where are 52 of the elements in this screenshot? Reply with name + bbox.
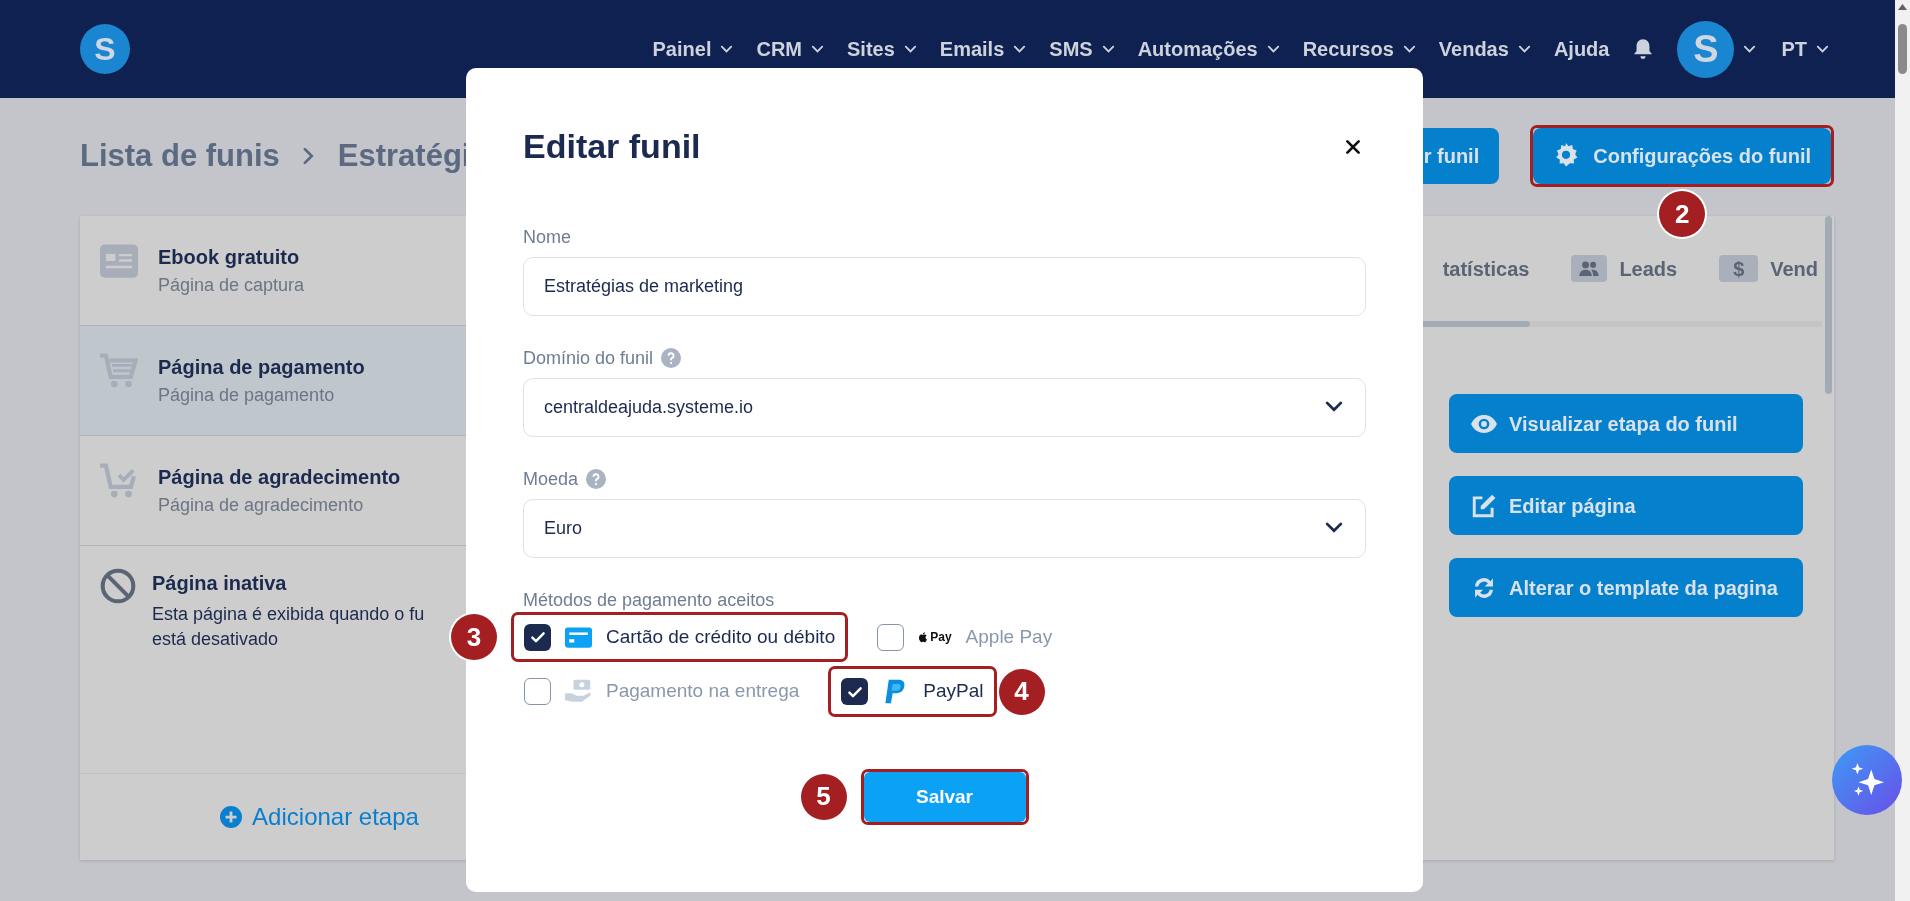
edit-icon [1471,492,1497,519]
dollar-icon: $ [1719,255,1759,282]
step-subtitle: Página de agradecimento [158,494,365,517]
apple-pay-logo: Pay [918,628,952,647]
payment-method-option[interactable]: PayPal [831,669,994,714]
step-title: Página de agradecimento [158,465,401,490]
modal-title: Editar funil [523,126,701,167]
step-number-badge: 5 [800,773,847,820]
nav-menu-item[interactable]: CRM [756,34,825,64]
breadcrumb-item: Estratégi [337,136,471,175]
nav-menu-item[interactable]: Ajuda [1553,34,1610,64]
tab[interactable]: Leads [1571,253,1678,284]
tab[interactable]: $ Vend [1719,253,1818,284]
select-field[interactable]: Euro [523,498,1366,558]
cart-check-icon [100,462,138,500]
step-subtitle: Página de pagamento [158,384,336,407]
nav-menu-item[interactable]: Recursos [1302,34,1417,64]
sparkles-icon [1850,763,1884,797]
step-title: Página de pagamento [158,355,365,380]
step-subtitle: Página de captura [158,274,305,297]
text-input-field[interactable]: Estratégias de marketing [523,256,1366,316]
vertical-scrollbar-thumb[interactable] [1824,216,1832,394]
checkbox[interactable] [877,623,905,651]
nav-menu-item[interactable]: Automações [1137,34,1281,64]
payment-method-option[interactable]: Pay Apple Pay [867,614,1063,660]
nav-menu-item[interactable]: Emails [939,34,1028,64]
scroll-up-icon[interactable] [1898,4,1907,10]
select-field[interactable]: centraldeajuda.systeme.io [523,377,1366,437]
nav-menu-item[interactable]: Painel [652,34,735,64]
page-layout-icon [100,242,138,280]
language-selector[interactable]: PT [1781,34,1830,64]
add-icon [220,806,243,828]
nav-menu-item[interactable]: Sites [847,34,918,64]
step-title: Ebook gratuito [158,245,301,270]
step-number-badge: 2 [1659,191,1706,237]
checkbox[interactable] [524,623,551,651]
step-description: Esta página é exibida quando o fu está desativado [152,603,425,652]
nav-menu-item[interactable]: Vendas [1438,34,1532,64]
step-title: Página inativa [152,571,288,596]
scrollbar-thumb[interactable] [1898,24,1907,74]
tab[interactable]: tatísticas [1442,253,1530,284]
checkbox[interactable] [841,678,869,706]
settings-icon [1553,143,1580,169]
payment-method-option[interactable]: Cartão de crédito ou débito [514,614,846,660]
disabled-icon [100,568,136,604]
checkbox[interactable] [524,678,551,706]
cart-icon [100,352,138,390]
close-icon [1344,138,1362,157]
step-number-badge: 3 [451,614,497,661]
step-number-badge: 4 [998,668,1045,715]
nav-menu-item[interactable]: SMS [1049,34,1116,64]
field-label: Métodos de pagamento aceitos [523,588,776,612]
